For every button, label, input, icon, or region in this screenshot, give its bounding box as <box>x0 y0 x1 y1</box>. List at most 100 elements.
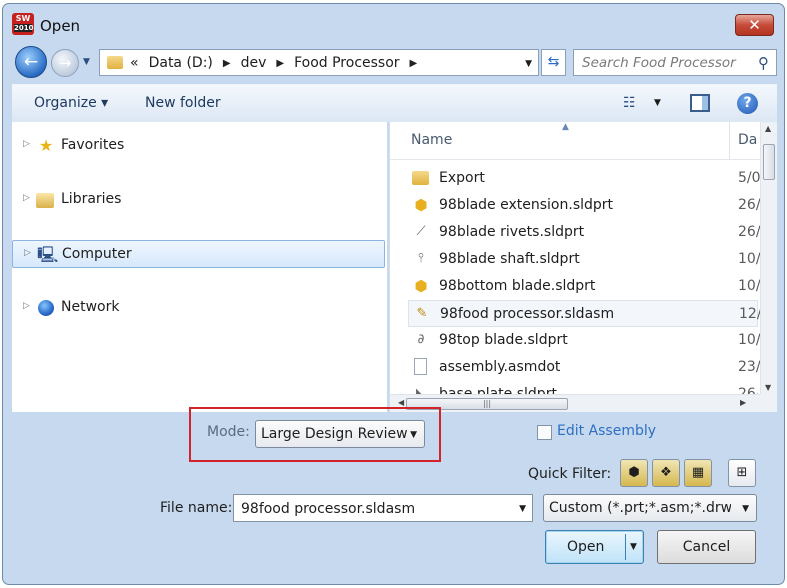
open-button[interactable]: Open ▼ <box>545 530 644 564</box>
breadcrumb-item-food-processor[interactable]: Food Processor <box>294 55 399 71</box>
folder-icon <box>107 56 123 69</box>
part-icon: ◣ <box>416 386 426 394</box>
file-name-combo[interactable]: ▼ <box>233 494 533 522</box>
nav-item-libraries[interactable]: ▷ Libraries <box>12 186 385 214</box>
breadcrumb-item-dev[interactable]: dev <box>241 55 267 71</box>
assembly-filter-icon: ❖ <box>660 465 672 480</box>
edit-assembly-checkbox[interactable] <box>537 425 552 440</box>
view-dropdown-icon[interactable]: ▼ <box>654 98 661 108</box>
address-dropdown-icon[interactable]: ▼ <box>525 59 532 69</box>
column-header-name[interactable]: Name <box>411 132 452 148</box>
edit-assembly-label[interactable]: Edit Assembly <box>557 423 656 439</box>
file-row-export[interactable]: Export 5/0 <box>408 165 761 192</box>
vertical-scrollbar[interactable]: ▲ ▼ <box>760 122 777 394</box>
scroll-up-icon[interactable]: ▲ <box>765 124 771 133</box>
window-title: Open <box>40 17 81 35</box>
file-name: 98food processor.sldasm <box>440 306 615 322</box>
nav-item-computer[interactable]: ▷ 🖳 Computer <box>12 240 385 268</box>
column-divider[interactable] <box>729 122 730 160</box>
open-dialog: SW 2010 Open ✕ ← → ▼ « Data (D:) ▶ dev ▶… <box>2 3 785 585</box>
part-filter-icon: ⬢ <box>628 465 640 480</box>
column-header-date[interactable]: Da <box>738 132 757 148</box>
file-name: assembly.asmdot <box>439 359 561 375</box>
refresh-icon: ⇆ <box>547 54 560 70</box>
breadcrumb-overflow[interactable]: « <box>130 55 139 71</box>
horizontal-scrollbar[interactable]: ◀ ||| ▶ <box>390 394 761 412</box>
chevron-right-icon[interactable]: ▶ <box>410 58 418 69</box>
file-type-select[interactable]: Custom (*.prt;*.asm;*.drw;*.sl ▼ <box>543 494 757 522</box>
search-icon[interactable]: ⚲ <box>758 54 769 72</box>
file-type-select-value: Custom (*.prt;*.asm;*.drw;*.sl <box>549 500 731 516</box>
part-icon: ⫯ <box>418 251 424 266</box>
file-row-blade-extension[interactable]: ⬢ 98blade extension.sldprt 26/ <box>408 192 760 219</box>
drawing-filter-icon: ▦ <box>691 465 705 480</box>
forward-button[interactable]: → <box>51 49 79 77</box>
file-row-bottom-blade[interactable]: ⬢ 98bottom blade.sldprt 10/ <box>408 273 761 300</box>
part-icon: ⬢ <box>414 196 428 214</box>
part-icon: ∂ <box>417 332 425 347</box>
file-name: base plate.sldprt <box>439 386 557 394</box>
column-header-row: Name ▲ Da <box>390 122 760 160</box>
nav-item-network[interactable]: ▷ Network <box>12 294 385 322</box>
scroll-down-icon[interactable]: ▼ <box>765 383 771 392</box>
toolbar: Organize ▾ New folder ☷ ▼ ? <box>12 84 777 122</box>
file-list: Name ▲ Da Export 5/0 ⬢ 98blade extension… <box>389 122 777 412</box>
file-name-input[interactable] <box>239 499 499 519</box>
network-icon <box>38 300 54 316</box>
vertical-scroll-thumb[interactable] <box>763 144 775 180</box>
file-name: 98top blade.sldprt <box>439 332 568 348</box>
quick-filter-parts-button[interactable]: ⬢ <box>620 459 648 487</box>
file-name: 98blade extension.sldprt <box>439 197 614 213</box>
help-icon[interactable]: ? <box>737 93 758 114</box>
quick-filter-label: Quick Filter: <box>528 466 612 482</box>
file-date: 5/0 <box>738 170 761 186</box>
file-row-assembly-template[interactable]: assembly.asmdot 23/ <box>408 354 761 381</box>
search-input[interactable] <box>580 53 750 73</box>
file-row-top-blade[interactable]: ∂ 98top blade.sldprt 10/ <box>408 327 761 354</box>
assembly-icon: ✎ <box>416 306 428 321</box>
back-button[interactable]: ← <box>15 46 47 78</box>
new-folder-button[interactable]: New folder <box>145 95 221 111</box>
file-name-label: File name: <box>160 500 233 516</box>
expand-arrow-icon[interactable]: ▷ <box>23 301 30 311</box>
refresh-button[interactable]: ⇆ <box>541 49 566 76</box>
expand-arrow-icon[interactable]: ▷ <box>23 139 30 149</box>
breadcrumb-item-data-drive[interactable]: Data (D:) <box>149 55 213 71</box>
split-divider <box>625 534 626 560</box>
part-icon: ⬢ <box>414 277 428 295</box>
nav-item-label: Network <box>61 299 120 315</box>
close-button[interactable]: ✕ <box>735 14 774 36</box>
recent-locations-dropdown[interactable]: ▼ <box>83 57 90 67</box>
file-row-blade-rivets[interactable]: ⟋ 98blade rivets.sldprt 26/ <box>408 219 760 246</box>
nav-item-label: Favorites <box>61 137 125 153</box>
scroll-right-icon[interactable]: ▶ <box>740 398 746 407</box>
title-bar: SW 2010 Open ✕ <box>3 4 784 44</box>
view-options-icon[interactable]: ☷ <box>623 96 643 112</box>
quick-filter-assemblies-button[interactable]: ❖ <box>652 459 680 487</box>
file-row-base-plate[interactable]: ◣ base plate.sldprt 26/ <box>408 381 758 394</box>
file-row-food-processor-assembly[interactable]: ✎ 98food processor.sldasm 12/ <box>408 300 762 327</box>
file-row-blade-shaft[interactable]: ⫯ 98blade shaft.sldprt 10/ <box>408 246 761 273</box>
nav-item-favorites[interactable]: ▷ ★ Favorites <box>12 132 385 160</box>
cancel-button[interactable]: Cancel <box>657 530 756 564</box>
open-button-label: Open <box>567 539 605 555</box>
chevron-right-icon[interactable]: ▶ <box>223 58 231 69</box>
address-bar[interactable]: « Data (D:) ▶ dev ▶ Food Processor ▶ ▼ <box>99 49 539 76</box>
file-date: 12/ <box>739 306 762 322</box>
nav-item-label: Computer <box>62 246 132 262</box>
quick-filter-drawings-button[interactable]: ▦ <box>684 459 712 487</box>
quick-filter-top-level-button[interactable]: ⊞ <box>728 459 756 487</box>
file-date: 10/ <box>738 278 761 294</box>
expand-arrow-icon[interactable]: ▷ <box>23 193 30 203</box>
chevron-right-icon[interactable]: ▶ <box>276 58 284 69</box>
organize-menu[interactable]: Organize ▾ <box>34 95 108 111</box>
file-name: Export <box>439 170 485 186</box>
open-options-dropdown-icon[interactable]: ▼ <box>630 542 637 552</box>
scroll-left-icon[interactable]: ◀ <box>398 398 404 407</box>
file-date: 23/ <box>738 359 761 375</box>
search-box[interactable]: ⚲ <box>573 49 777 76</box>
expand-arrow-icon[interactable]: ▷ <box>24 248 31 258</box>
file-date: 10/ <box>738 251 761 267</box>
chevron-down-icon[interactable]: ▼ <box>519 504 526 514</box>
preview-pane-icon[interactable] <box>690 94 710 112</box>
